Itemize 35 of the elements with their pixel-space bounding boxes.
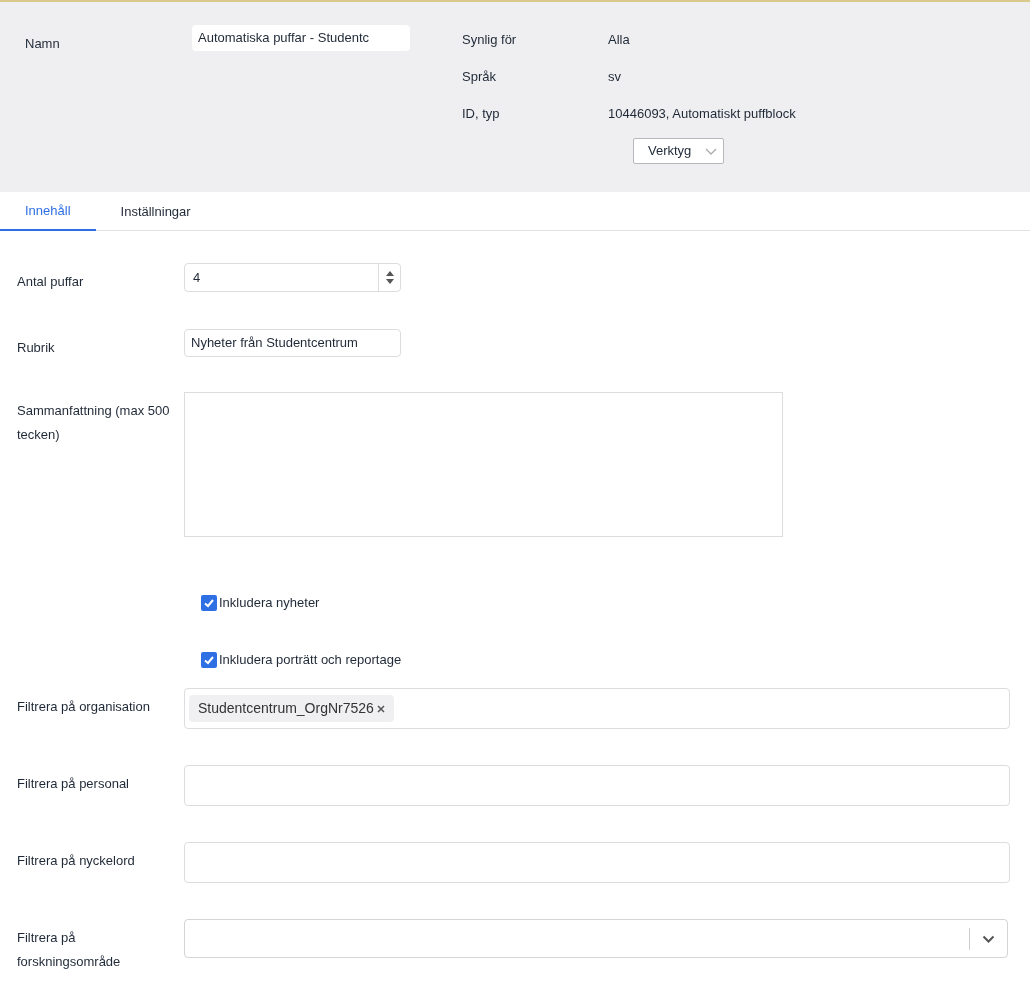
- number-field[interactable]: 4: [184, 263, 401, 292]
- text-field[interactable]: Nyheter från Studentcentrum: [184, 329, 401, 357]
- chevron-down-icon[interactable]: [982, 934, 995, 943]
- field-label: Filtrera på forskningsområde: [17, 930, 121, 969]
- field-label: Antal puffar: [17, 274, 84, 289]
- field-label: Filtrera på personal: [17, 776, 129, 791]
- checkbox-label: Inkludera porträtt och reportage: [219, 650, 402, 669]
- tag-text: Studentcentrum_OrgNr7526: [198, 699, 374, 718]
- tab[interactable]: Innehåll: [0, 192, 96, 231]
- property-value: 10446093, Automatiskt puffblock: [608, 105, 796, 123]
- tab[interactable]: Inställningar: [95, 192, 216, 231]
- remove-icon[interactable]: [376, 704, 385, 713]
- property-value: sv: [608, 68, 621, 86]
- field-label: Filtrera på organisation: [17, 699, 150, 714]
- checkbox-label: Inkludera nyheter: [219, 593, 320, 612]
- field-label: Filtrera på nyckelord: [17, 853, 135, 868]
- property-label: Språk: [461, 68, 497, 86]
- tag-chip[interactable]: Studentcentrum_OrgNr7526: [189, 695, 394, 722]
- down-arrow-icon[interactable]: [385, 279, 394, 284]
- field-label: Rubrik: [17, 340, 55, 355]
- property-label: ID, typ: [461, 105, 501, 123]
- chevron-down-icon: [705, 147, 718, 155]
- tag-field[interactable]: [184, 842, 1010, 883]
- property-label: Synlig för: [461, 31, 518, 49]
- tag-field[interactable]: [184, 765, 1010, 806]
- select-field[interactable]: [184, 919, 1008, 958]
- property-value: Alla: [608, 31, 630, 49]
- name-label: Namn: [25, 36, 60, 51]
- checkbox[interactable]: [201, 651, 217, 668]
- tag-field[interactable]: Studentcentrum_OrgNr7526: [184, 688, 1010, 729]
- field-label: Sammanfattning (max 500 tecken): [17, 403, 170, 442]
- checkbox[interactable]: [201, 594, 217, 611]
- up-arrow-icon[interactable]: [385, 271, 394, 276]
- name-field[interactable]: Automatiska puffar - Studentc: [192, 25, 410, 51]
- tools-dropdown[interactable]: Verktyg: [633, 138, 725, 164]
